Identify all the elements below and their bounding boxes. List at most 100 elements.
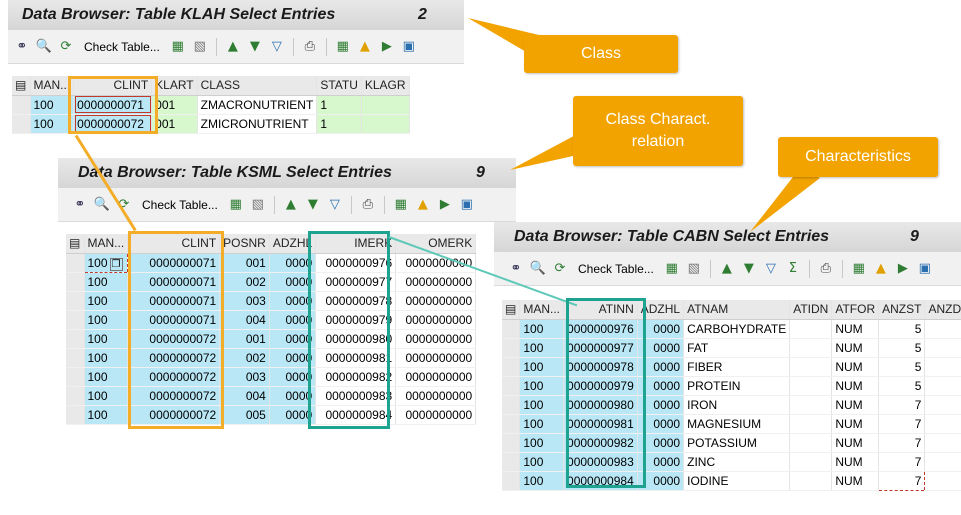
table-cell[interactable]: ZMICRONUTRIENT xyxy=(197,114,318,134)
table-cell[interactable]: CARBOHYDRATE xyxy=(683,319,791,339)
table-cell[interactable] xyxy=(789,338,833,358)
table-cell[interactable] xyxy=(789,452,833,472)
export-excel-icon[interactable]: ▦ xyxy=(335,39,351,55)
table-cell[interactable]: 003 xyxy=(219,291,270,311)
table-cell[interactable] xyxy=(789,357,833,377)
details-icon[interactable]: 🔍 xyxy=(36,39,52,55)
sort-ascending-icon[interactable]: ▲ xyxy=(225,39,241,55)
table-cell[interactable]: 5 xyxy=(878,338,926,358)
table-cell[interactable]: NUM xyxy=(831,376,880,396)
table-cell[interactable]: 004 xyxy=(219,310,270,330)
table-cell[interactable]: ZMACRONUTRIENT xyxy=(197,95,318,115)
table-cell[interactable]: 0000000000 xyxy=(395,310,477,330)
column-header[interactable]: POSNR xyxy=(219,234,270,254)
glasses-icon[interactable]: ⚭ xyxy=(72,197,88,213)
row-selector[interactable] xyxy=(12,95,31,115)
table-cell[interactable]: 100 xyxy=(519,376,565,396)
print-preview-icon[interactable]: ⎙ xyxy=(818,261,834,277)
filter-icon[interactable]: ▽ xyxy=(327,197,343,213)
table-cell[interactable]: 7 xyxy=(878,395,926,415)
sum-icon[interactable]: Σ xyxy=(785,261,801,277)
table-cell[interactable]: 2 xyxy=(924,376,961,396)
table-cell[interactable]: 100 xyxy=(519,452,565,472)
table-cell[interactable]: POTASSIUM xyxy=(683,433,791,453)
sort-descending-icon[interactable]: ▼ xyxy=(741,261,757,277)
check-table-button[interactable]: Check Table... xyxy=(138,198,222,212)
copy-icon[interactable]: ❐ xyxy=(109,257,123,271)
table-cell[interactable] xyxy=(361,95,410,115)
row-selector[interactable] xyxy=(66,272,85,292)
table-cell[interactable]: 100 xyxy=(84,310,129,330)
row-selector[interactable] xyxy=(66,253,85,273)
table-cell[interactable]: 2 xyxy=(924,357,961,377)
table-cell[interactable]: 7 xyxy=(878,470,926,491)
table-cell[interactable]: ZINC xyxy=(683,452,791,472)
table-cell[interactable]: 2 xyxy=(924,395,961,415)
refresh-icon[interactable]: ⟳ xyxy=(58,39,74,55)
row-selector[interactable] xyxy=(502,319,521,339)
table-cell[interactable]: 005 xyxy=(219,405,270,425)
table-cell[interactable]: 002 xyxy=(219,348,270,368)
table-cell[interactable]: NUM xyxy=(831,395,880,415)
table-cell[interactable]: 5 xyxy=(878,319,926,339)
table-cell[interactable] xyxy=(789,376,833,396)
layout-icon[interactable]: ▲ xyxy=(357,39,373,55)
print-preview-icon[interactable]: ⎙ xyxy=(360,197,376,213)
table-cell[interactable]: FIBER xyxy=(683,357,791,377)
row-selector[interactable] xyxy=(12,114,31,134)
table-cell[interactable] xyxy=(789,414,833,434)
row-selector[interactable] xyxy=(502,433,521,453)
select-all-rows-icon[interactable]: ▤ xyxy=(502,300,521,320)
table-cell[interactable]: MAGNESIUM xyxy=(683,414,791,434)
row-selector[interactable] xyxy=(66,386,85,406)
row-selector[interactable] xyxy=(502,395,521,415)
column-header[interactable]: KLAGR xyxy=(361,76,410,96)
table-cell[interactable]: 1 xyxy=(316,114,362,134)
table-cell[interactable]: 100 xyxy=(519,319,565,339)
sort-descending-icon[interactable]: ▼ xyxy=(305,197,321,213)
table-cell[interactable]: 0000000000 xyxy=(395,405,477,425)
table-cell[interactable]: 7 xyxy=(878,452,926,472)
table-cell[interactable]: 0000000000 xyxy=(395,291,477,311)
table-cell[interactable]: 5 xyxy=(878,357,926,377)
table-cell[interactable]: 100 xyxy=(519,357,565,377)
row-selector[interactable] xyxy=(502,357,521,377)
table-cell[interactable] xyxy=(789,395,833,415)
table-cell[interactable]: 0000000000 xyxy=(395,367,477,387)
table-cell[interactable]: 1 xyxy=(316,95,362,115)
row-selector[interactable] xyxy=(502,338,521,358)
save-layout-icon[interactable]: ▶ xyxy=(895,261,911,277)
table-cell[interactable]: 100 xyxy=(519,395,565,415)
deselect-all-icon[interactable]: ▧ xyxy=(192,39,208,55)
table-cell[interactable]: NUM xyxy=(831,452,880,472)
table-cell[interactable]: 001 xyxy=(219,253,270,273)
table-cell[interactable] xyxy=(361,114,410,134)
export-excel-icon[interactable]: ▦ xyxy=(851,261,867,277)
column-header[interactable]: KLART xyxy=(151,76,198,96)
table-cell[interactable]: 100 xyxy=(519,338,565,358)
filter-icon[interactable]: ▽ xyxy=(269,39,285,55)
check-table-button[interactable]: Check Table... xyxy=(80,40,164,54)
table-cell[interactable]: 7 xyxy=(878,433,926,453)
select-all-icon[interactable]: ▦ xyxy=(664,261,680,277)
table-cell[interactable]: NUM xyxy=(831,471,880,491)
sort-ascending-icon[interactable]: ▲ xyxy=(283,197,299,213)
table-cell[interactable]: 100 ❐ xyxy=(83,252,129,273)
details-icon[interactable]: 🔍 xyxy=(530,261,546,277)
table-cell[interactable]: 100 xyxy=(519,471,565,491)
table-cell[interactable]: 2 xyxy=(924,319,961,339)
table-cell[interactable]: 100 xyxy=(84,386,129,406)
check-table-button[interactable]: Check Table... xyxy=(574,262,658,276)
row-selector[interactable] xyxy=(502,452,521,472)
row-selector[interactable] xyxy=(66,367,85,387)
column-header[interactable]: ANZDZ xyxy=(924,300,961,320)
table-cell[interactable]: 7 xyxy=(878,414,926,434)
table-cell[interactable]: FAT xyxy=(683,338,791,358)
table-cell[interactable]: 100 xyxy=(519,433,565,453)
row-selector[interactable] xyxy=(502,376,521,396)
select-all-icon[interactable]: ▦ xyxy=(228,197,244,213)
table-cell[interactable]: NUM xyxy=(831,357,880,377)
table-cell[interactable]: 100 xyxy=(84,405,129,425)
table-cell[interactable]: 100 xyxy=(84,348,129,368)
column-header[interactable]: STATU xyxy=(316,76,362,96)
